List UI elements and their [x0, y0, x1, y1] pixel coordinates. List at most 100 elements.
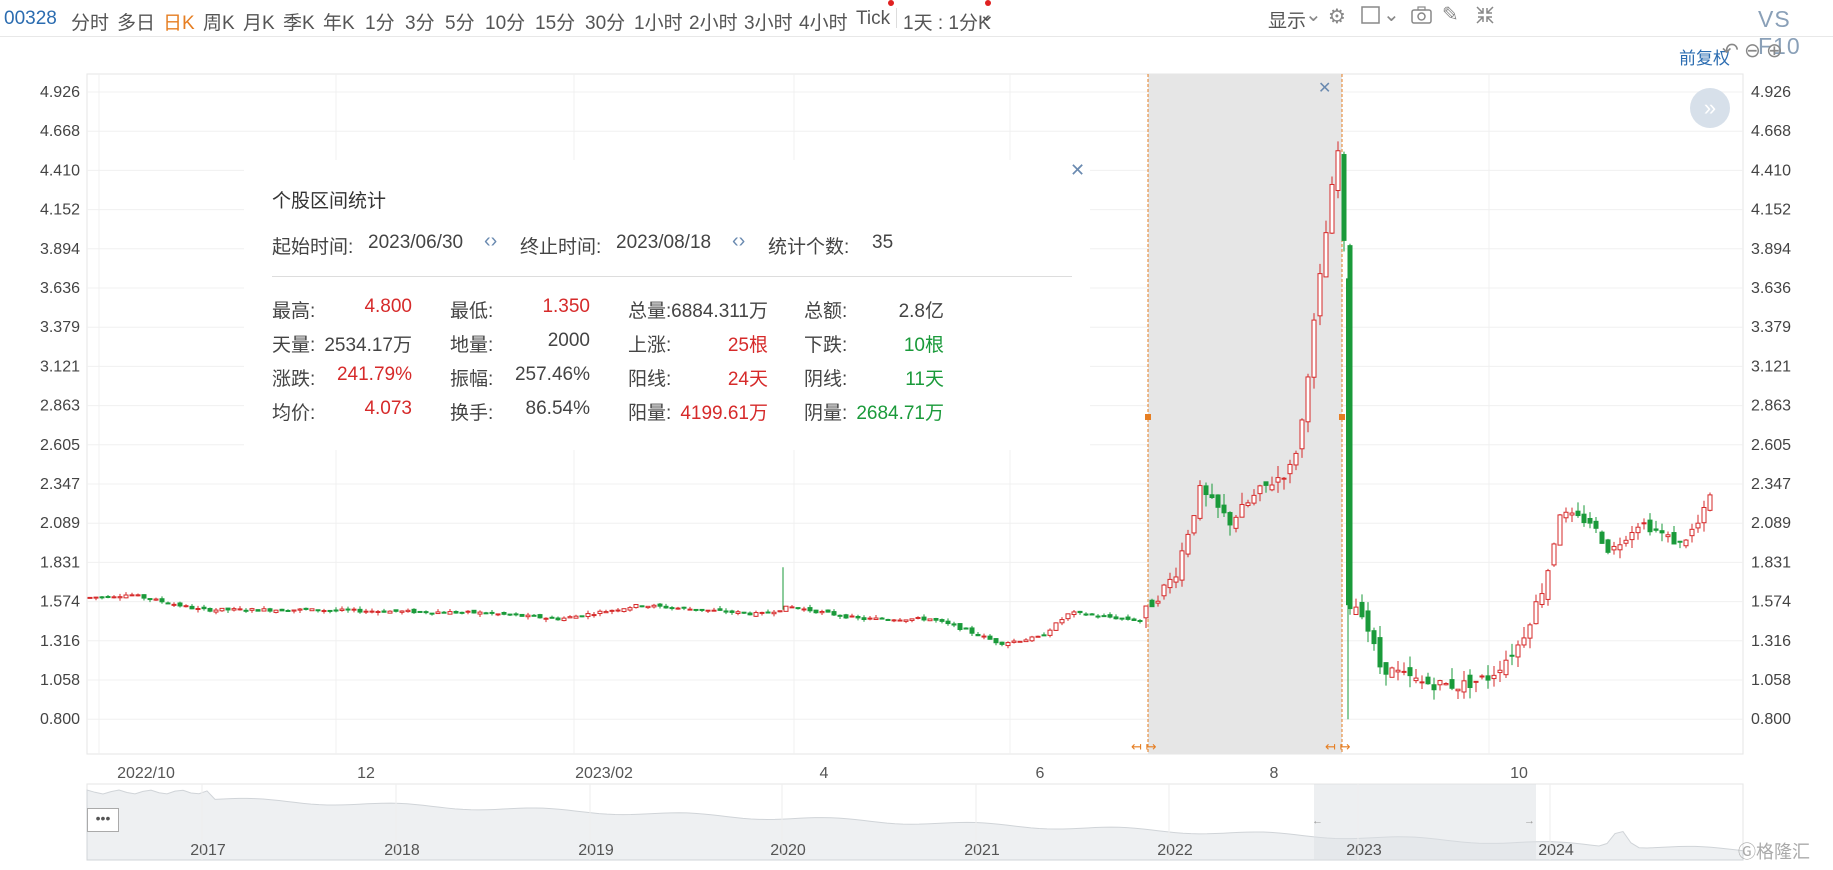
candle-body — [1515, 644, 1521, 658]
selection-range[interactable] — [1148, 74, 1342, 754]
candle-body — [1149, 599, 1155, 608]
candle-body — [1173, 576, 1179, 583]
candle-body — [669, 607, 675, 610]
candle-body — [789, 606, 795, 609]
more-options-button[interactable]: ••• — [87, 808, 119, 832]
y-tick-label: 4.152 — [1751, 202, 1791, 219]
candle-body — [435, 611, 441, 615]
candle-body — [1683, 539, 1689, 547]
candle-body — [633, 604, 639, 609]
candle-body — [105, 595, 111, 599]
navigator-right-handle[interactable]: → — [1524, 815, 1535, 827]
candle-body — [1119, 617, 1125, 620]
candle-body — [1467, 674, 1473, 689]
candle-body — [819, 610, 825, 614]
candle-body — [1341, 154, 1347, 241]
y-tick-label: 1.831 — [40, 554, 80, 571]
x-tick-label: 2022/10 — [117, 765, 175, 782]
candle-body — [1479, 675, 1485, 678]
selection-end-handle[interactable] — [1339, 414, 1345, 420]
candle-body — [1017, 640, 1023, 643]
candle-body — [225, 607, 231, 611]
candle-body — [249, 608, 255, 611]
candle-body — [411, 608, 417, 614]
candle-body — [705, 609, 711, 612]
candle-body — [945, 620, 951, 625]
candle-body — [747, 612, 753, 616]
candle-body — [1629, 532, 1635, 541]
selection-end-arrows[interactable]: ↤ ↦ — [1325, 739, 1351, 754]
candle-body — [603, 611, 609, 614]
candle-body — [1395, 669, 1401, 673]
candle-body — [1359, 601, 1365, 618]
candle-body — [1257, 485, 1263, 495]
candle-body — [1221, 504, 1227, 514]
stat-value: 86.54% — [525, 398, 590, 419]
navigator-left-handle[interactable]: ← — [1312, 815, 1323, 827]
stat-value: 257.46% — [514, 364, 590, 385]
candle-body — [1029, 636, 1035, 642]
candle-body — [1377, 637, 1383, 668]
expand-icon[interactable]: » — [1690, 88, 1730, 128]
candle-body — [321, 610, 327, 613]
y-axis-right: 4.926 4.668 4.410 4.152 3.894 3.636 3.379 3.121… — [1751, 84, 1791, 728]
candle-body — [285, 609, 291, 612]
candle-body — [195, 608, 201, 611]
y-tick-label: 2.347 — [40, 476, 80, 493]
y-tick-label: 1.316 — [1751, 633, 1791, 650]
candle-body — [609, 609, 615, 612]
candle-body — [837, 614, 843, 617]
candle-body — [267, 608, 273, 612]
selection-start-handle[interactable] — [1145, 414, 1151, 420]
candle-body — [399, 610, 405, 613]
selection-close-icon[interactable]: ✕ — [1318, 78, 1331, 98]
candle-body — [405, 609, 411, 613]
candle-body — [1407, 667, 1413, 677]
y-tick-label: 3.894 — [40, 241, 80, 258]
candle-body — [1323, 232, 1329, 278]
candle-body — [219, 607, 225, 612]
candle-body — [543, 617, 549, 620]
candle-body — [699, 608, 705, 611]
candle-body — [501, 611, 507, 615]
candle-body — [279, 608, 285, 612]
stat-value: 1.350 — [542, 296, 590, 317]
y-tick-label: 4.668 — [40, 123, 80, 140]
stat-value: 2684.71万 — [856, 403, 944, 424]
candle-body — [417, 610, 423, 613]
candle-body — [549, 616, 555, 619]
candle-body — [1587, 517, 1593, 524]
candle-body — [1047, 629, 1053, 636]
candle-body — [693, 608, 699, 611]
candle-body — [477, 611, 483, 615]
y-tick-label: 2.089 — [40, 515, 80, 532]
candle-body — [261, 608, 267, 612]
candle-body — [1041, 634, 1047, 637]
candle-body — [1287, 463, 1293, 475]
end-adjust-icon[interactable]: ‹› — [732, 230, 745, 253]
y-tick-label: 3.636 — [40, 280, 80, 297]
candle-body — [1401, 670, 1407, 673]
start-adjust-icon[interactable]: ‹› — [484, 230, 497, 253]
candle-body — [1701, 506, 1707, 524]
candle-body — [921, 616, 927, 621]
candle-body — [273, 609, 279, 613]
y-tick-label: 4.668 — [1751, 123, 1791, 140]
close-icon[interactable]: ✕ — [1070, 160, 1085, 181]
candle-body — [1671, 532, 1677, 545]
candle-body — [795, 607, 801, 610]
candle-body — [99, 596, 105, 599]
candle-body — [975, 633, 981, 637]
candle-body — [777, 610, 783, 613]
candle-body — [741, 611, 747, 614]
y-tick-label: 1.831 — [1751, 554, 1791, 571]
candle-body — [807, 607, 813, 612]
candle-body — [1491, 674, 1497, 680]
candle-body — [645, 605, 651, 609]
start-label: 起始时间: — [272, 237, 354, 258]
candle-body — [1437, 680, 1443, 686]
candle-body — [939, 619, 945, 622]
x-tick-label: 2023/02 — [575, 765, 633, 782]
selection-start-arrows[interactable]: ↤ ↦ — [1131, 739, 1157, 754]
candle-body — [147, 598, 153, 601]
